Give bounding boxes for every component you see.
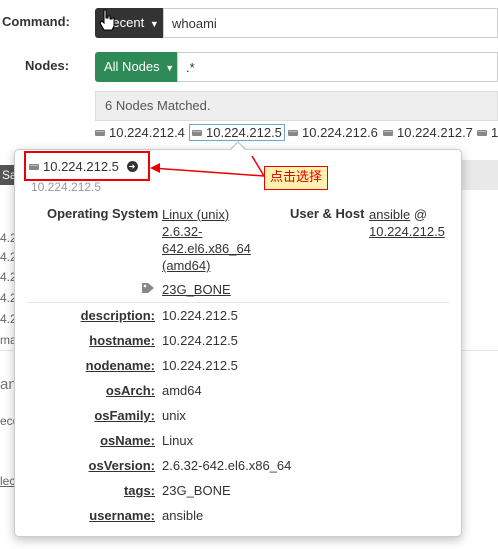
attr-key: nodename: [85,358,155,373]
attr-value: 10.224.212.5 [162,308,238,323]
user-host-value[interactable]: ansible @ 10.224.212.5 [369,206,445,240]
nodes-matched-text: 6 Nodes Matched. [105,98,211,113]
node-item[interactable]: 10.224.212.6 [288,125,378,140]
all-nodes-button[interactable]: All Nodes ▼ [95,52,177,82]
attr-key: hostname: [89,333,155,348]
server-icon [192,129,202,136]
hand-cursor-icon [99,9,115,34]
caret-down-icon: ▼ [165,63,175,73]
node-filter-input[interactable] [177,52,498,82]
attr-key: tags: [123,483,155,498]
tag-icon [141,282,157,297]
node-item[interactable]: 10.224.212.4 [95,125,185,140]
background-bar-fragment [460,160,498,190]
attr-value: 10.224.212.5 [162,333,238,348]
attr-key: osArch: [105,383,155,398]
user-host-header: User & Host [290,206,365,221]
annotation-label: 点击选择 [264,166,328,190]
annotation-arrow [150,155,265,177]
attr-key: osVersion: [88,458,155,473]
attr-value: ansible [162,508,204,523]
nodes-label: Nodes: [25,58,70,73]
server-icon [477,129,487,136]
user-link: ansible [369,207,411,222]
attr-value: unix [162,408,186,423]
server-icon [288,129,298,136]
attr-key: osName: [100,433,155,448]
tag-link[interactable]: 23G_BONE [162,282,231,297]
popover-divider [27,302,449,303]
attr-key: username: [89,508,155,523]
all-nodes-label: All Nodes [104,59,160,74]
attr-value: amd64 [162,383,202,398]
node-item[interactable]: 1 [477,125,498,140]
node-item-selected[interactable]: 10.224.212.5 [189,124,285,141]
command-input[interactable] [163,8,498,38]
command-label: Command: [2,14,70,29]
host-link: 10.224.212.5 [369,224,445,239]
attr-value: 2.6.32-642.el6.x86_64 [162,458,292,473]
annotation-highlight-box [24,151,150,181]
server-icon [95,129,105,136]
popover-node-subtitle: 10.224.212.5 [31,180,102,194]
background-tab-fragment: Sa [0,165,17,185]
caret-down-icon: ▼ [149,19,159,29]
os-header: Operating System [47,206,159,221]
attr-key: osFamily: [94,408,155,423]
node-item[interactable]: 10.224.212.7 [383,125,473,140]
attr-value: 10.224.212.5 [162,358,238,373]
attr-value: 23G_BONE [162,483,231,498]
attr-key: description: [80,308,155,323]
attr-value: Linux [162,433,194,448]
os-details[interactable]: Linux (unix) 2.6.32- 642.el6.x86_64 (amd… [162,206,251,274]
server-icon [383,129,393,136]
nodes-matched-box: 6 Nodes Matched. [95,91,498,121]
